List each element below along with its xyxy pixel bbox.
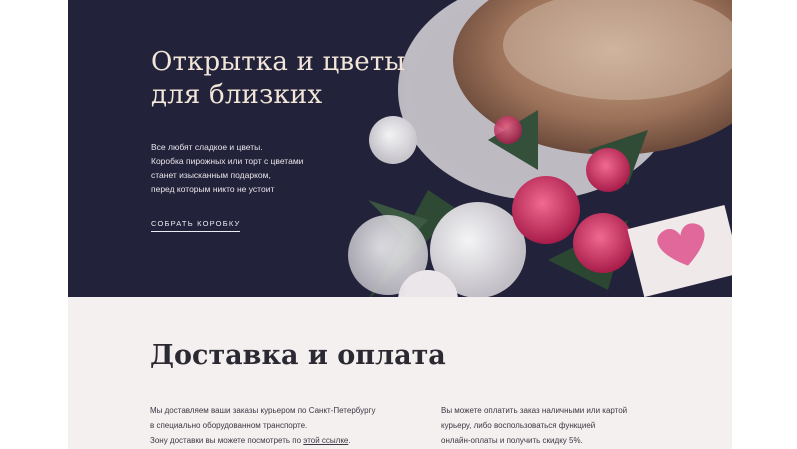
build-box-button[interactable]: СОБРАТЬ КОРОБКУ [151, 219, 241, 232]
delivery-info-line: Мы доставляем ваши заказы курьером по Са… [150, 406, 376, 415]
hero-title-line: для близких [151, 80, 323, 110]
hero-description-line: Все любят сладкое и цветы. [151, 142, 263, 152]
delivery-info-line: в специально оборудованном транспорте. [150, 421, 308, 430]
hero-banner: Открытка и цветы для близких Все любят с… [68, 0, 732, 297]
hero-description-line: станет изысканным подарком, [151, 170, 271, 180]
delivery-section-title: Доставка и оплата [150, 340, 446, 371]
delivery-zone-line: Зону доставки вы можете посмотреть по эт… [150, 433, 410, 448]
hero-title-line: Открытка и цветы [151, 47, 406, 77]
delivery-info: Мы доставляем ваши заказы курьером по Са… [150, 403, 410, 448]
payment-info: Вы можете оплатить заказ наличными или к… [441, 403, 671, 448]
hero-description: Все любят сладкое и цветы. Коробка пирож… [151, 140, 351, 196]
hero-description-line: Коробка пирожных или торт с цветами [151, 156, 304, 166]
delivery-zone-link[interactable]: этой ссылке [303, 436, 348, 445]
payment-info-line: онлайн-оплаты и получить скидку 5%. [441, 436, 583, 445]
rose-shape [512, 176, 580, 244]
hero-description-line: перед которым никто не устоит [151, 184, 275, 194]
hero-title: Открытка и цветы для близких [151, 46, 451, 112]
delivery-zone-prefix: Зону доставки вы можете посмотреть по [150, 436, 304, 445]
delivery-zone-suffix: . [348, 436, 351, 445]
greeting-card-shape [627, 205, 732, 297]
page: Открытка и цветы для близких Все любят с… [68, 0, 732, 449]
payment-info-line: Вы можете оплатить заказ наличными или к… [441, 406, 628, 415]
payment-info-line: курьеру, либо воспользоваться функцией [441, 421, 596, 430]
